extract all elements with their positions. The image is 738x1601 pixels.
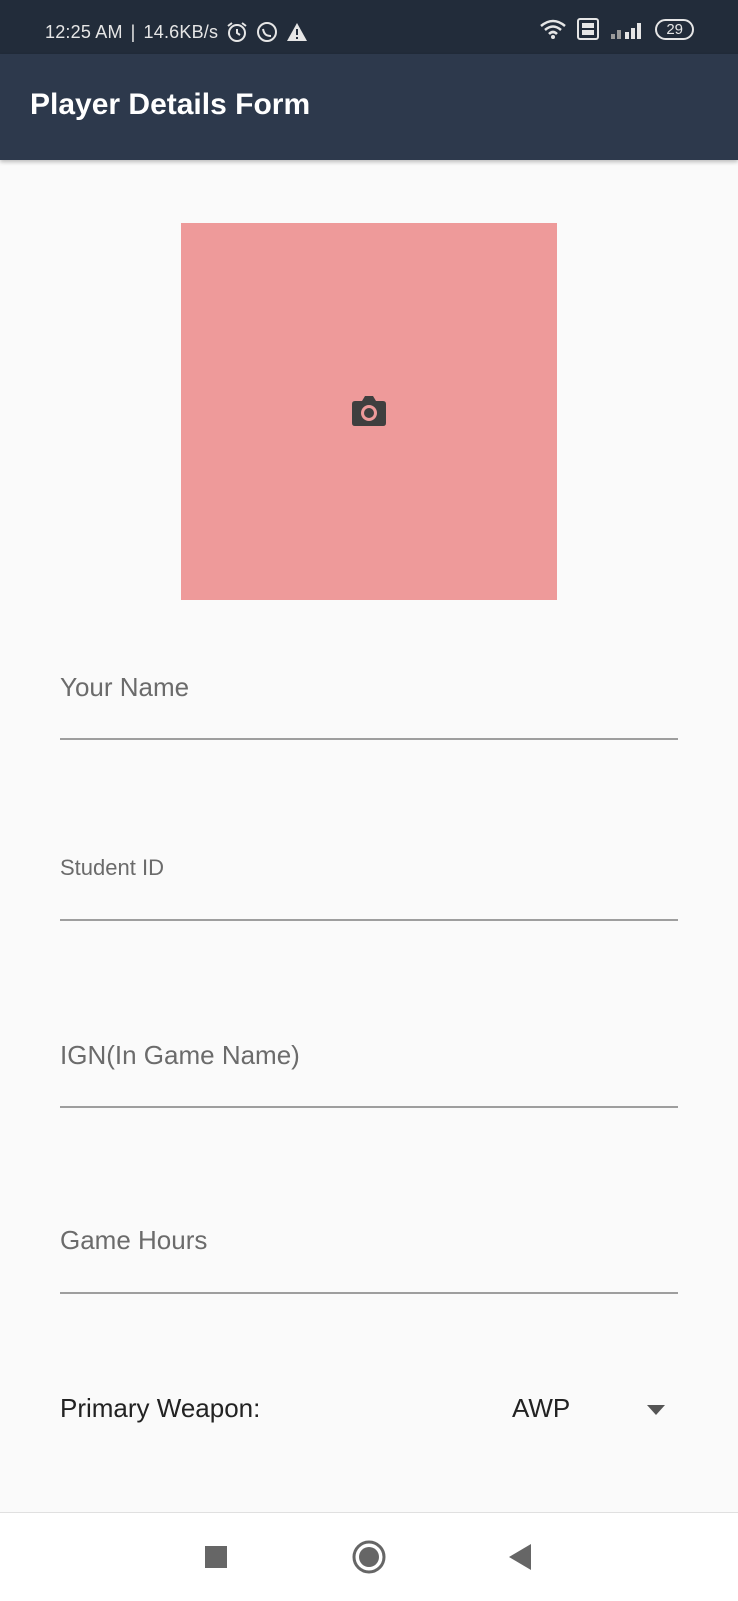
name-field-label: Your Name (60, 672, 190, 702)
ign-field[interactable]: IGN(In Game Name) (60, 1030, 678, 1110)
wifi-icon (540, 19, 567, 39)
system-nav-bar (0, 1512, 738, 1601)
app-bar: Player Details Form (0, 54, 738, 160)
page-title: Player Details Form (30, 88, 311, 121)
game-hours-field-label: Game Hours (60, 1225, 208, 1255)
status-left: 12:25 AM | 14.6KB/s (45, 21, 308, 43)
name-field-underline (60, 738, 678, 740)
home-icon[interactable] (349, 1537, 389, 1577)
photo-picker[interactable] (181, 223, 557, 600)
ign-field-underline (60, 1106, 678, 1108)
game-hours-field[interactable]: Game Hours (60, 1215, 678, 1295)
ign-field-label: IGN(In Game Name) (60, 1040, 300, 1070)
warning-icon (287, 23, 308, 41)
status-separator: | (130, 21, 136, 42)
student-id-field-label: Student ID (60, 855, 164, 880)
primary-weapon-row: Primary Weapon: AWP (60, 1380, 678, 1440)
dropdown-arrow-icon (647, 1405, 665, 1415)
status-time: 12:25 AM (45, 21, 123, 42)
battery-icon: 29 (655, 18, 694, 40)
student-id-field[interactable]: Student ID (60, 845, 678, 923)
student-id-field-underline (60, 919, 678, 921)
primary-weapon-value: AWP (512, 1393, 571, 1423)
game-hours-field-underline (60, 1292, 678, 1294)
status-right: 29 (539, 18, 694, 40)
whatsapp-icon (257, 22, 278, 42)
network-speed: 14.6KB/s (143, 21, 219, 42)
signal-icon (611, 23, 642, 39)
camera-icon (352, 396, 386, 426)
back-icon[interactable] (500, 1537, 540, 1577)
alarm-icon (227, 22, 247, 42)
name-field[interactable]: Your Name (60, 660, 678, 742)
primary-weapon-dropdown[interactable]: AWP (452, 1380, 678, 1440)
primary-weapon-label: Primary Weapon: (60, 1393, 261, 1423)
volte-icon (577, 18, 600, 40)
recents-icon[interactable] (196, 1537, 236, 1577)
status-bar: 12:25 AM | 14.6KB/s 29 (0, 0, 738, 54)
